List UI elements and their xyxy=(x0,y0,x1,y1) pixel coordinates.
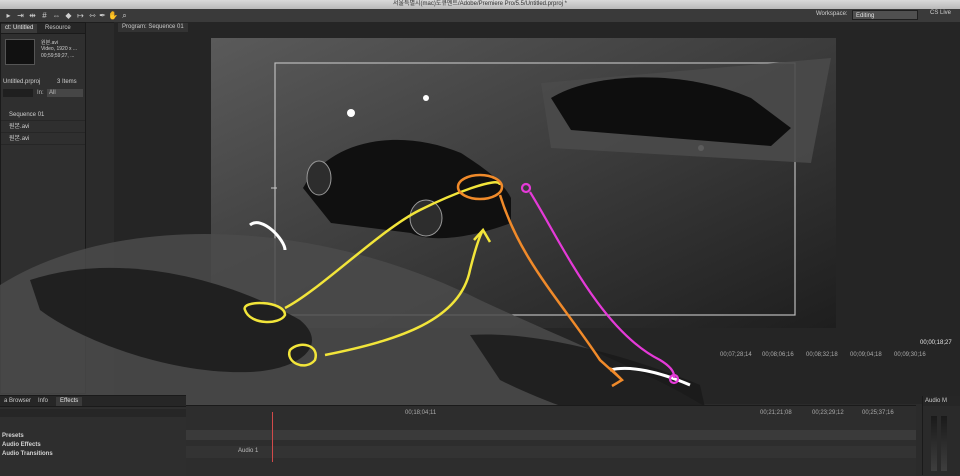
rate-stretch-icon[interactable]: ⇔ xyxy=(52,11,61,20)
list-item-label: 원본.avi xyxy=(9,136,30,142)
timeline-panel: Audio 1 xyxy=(186,405,916,476)
ruler-tick: 00;09;04;18 xyxy=(850,352,882,358)
effects-panel: a Browser Info Effects Presets Audio Eff… xyxy=(0,395,186,476)
effects-search[interactable] xyxy=(0,409,186,417)
rolling-edit-icon[interactable]: # xyxy=(40,11,49,20)
playhead[interactable] xyxy=(272,412,273,462)
project-panel: ct: Untitled Resource 원본.avi Video, 1920… xyxy=(0,22,86,394)
video-track[interactable] xyxy=(186,430,916,440)
select-tool-icon[interactable]: ▸ xyxy=(4,11,13,20)
ripple-edit-icon[interactable]: ⇹ xyxy=(28,11,37,20)
workspace-value: Editing xyxy=(856,13,875,19)
timeline-ruler-tick: 00;23;29;12 xyxy=(812,410,844,416)
video-frame xyxy=(211,38,836,328)
audio-meter-panel: Audio M xyxy=(922,396,960,475)
cslive-button[interactable]: CS Live xyxy=(930,10,951,16)
track-select-icon[interactable]: ⇥ xyxy=(16,11,25,20)
tab-info[interactable]: Info xyxy=(34,397,52,406)
clip-format: Video, 1920 x ... xyxy=(41,46,78,52)
tab-resource[interactable]: Resource xyxy=(41,24,75,33)
in-label: In: xyxy=(37,90,44,96)
audio-meter-left xyxy=(931,416,937,471)
ruler-tick: 00;08;06;16 xyxy=(762,352,794,358)
sequence-marker: 00;18;04;11 xyxy=(405,410,437,416)
ruler-tick: 00;09;30;16 xyxy=(894,352,926,358)
clip-name: 원본.avi xyxy=(41,40,58,46)
razor-icon[interactable]: ◆ xyxy=(64,11,73,20)
window-title: 서울특별시(mac)도큐멘트/Adobe/Premiere Pro/5.5/Un… xyxy=(0,0,960,9)
list-item-label: Sequence 01 xyxy=(9,112,45,118)
tab-effects[interactable]: Effects xyxy=(56,397,83,406)
search-input[interactable] xyxy=(3,89,33,97)
in-filter-dropdown[interactable]: All xyxy=(47,89,83,97)
tab-project[interactable]: ct: Untitled xyxy=(1,24,38,33)
zoom-icon[interactable]: ⌕ xyxy=(120,11,129,20)
video-frame-graphic xyxy=(211,38,836,328)
clip-thumbnail xyxy=(5,39,35,65)
slide-icon[interactable]: ⇿ xyxy=(88,11,97,20)
hand-icon[interactable]: ✋ xyxy=(108,11,118,20)
effects-folder-audio-effects[interactable]: Audio Effects xyxy=(0,441,186,449)
timeline-ruler-tick: 00;21;21;08 xyxy=(760,410,792,416)
audio-meter-right xyxy=(941,416,947,471)
in-filter-value: All xyxy=(49,90,56,96)
tab-program[interactable]: Program: Sequence 01 xyxy=(118,23,188,32)
tab-media-browser[interactable]: a Browser xyxy=(0,397,35,406)
audio-track[interactable]: Audio 1 xyxy=(186,446,916,458)
ruler-tick: 00;08;32;18 xyxy=(806,352,838,358)
audio-track-label: Audio 1 xyxy=(238,448,259,454)
project-file-name: Untitled.prproj xyxy=(3,79,41,85)
ruler-tick: 00;07;28;14 xyxy=(720,352,752,358)
clip-duration: 00;59;59;27, ... xyxy=(41,53,75,59)
workspace-label: Workspace: xyxy=(816,11,848,17)
list-item-label: 원본.avi xyxy=(9,124,30,130)
toolbar: ▸ ⇥ ⇹ # ⇔ ◆ ↦ ⇿ ✒ ✋ ⌕ Workspace: Editing… xyxy=(0,9,960,23)
effects-folder-presets[interactable]: Presets xyxy=(0,432,186,440)
project-item-sequence[interactable]: Sequence 01 xyxy=(1,110,85,121)
project-item-clip[interactable]: 원본.avi xyxy=(1,134,85,145)
timeline-ruler-tick: 00;25;37;16 xyxy=(862,410,894,416)
slip-icon[interactable]: ↦ xyxy=(76,11,85,20)
workspace-dropdown[interactable]: Editing xyxy=(852,10,918,20)
current-timecode[interactable]: 00;00;18;27 xyxy=(920,340,952,346)
project-item-clip[interactable]: 원본.avi xyxy=(1,122,85,133)
effects-folder-audio-transitions[interactable]: Audio Transitions xyxy=(0,450,186,458)
audio-meter-title: Audio M xyxy=(923,396,960,406)
pen-icon[interactable]: ✒ xyxy=(98,11,107,20)
item-count: 3 Items xyxy=(57,79,77,85)
